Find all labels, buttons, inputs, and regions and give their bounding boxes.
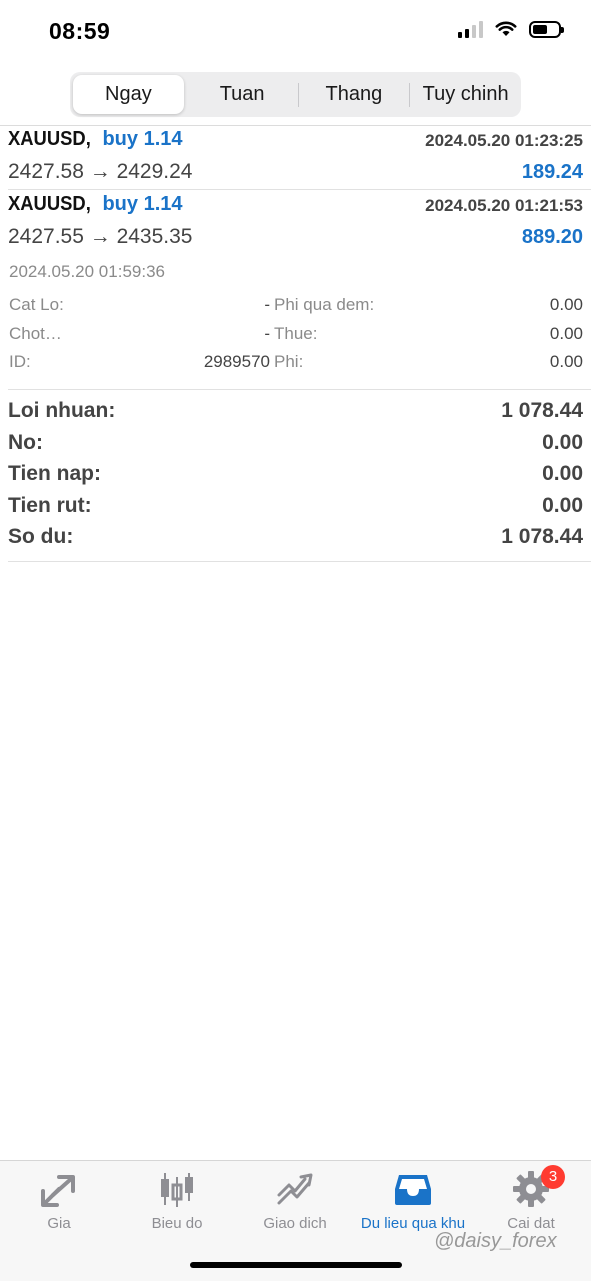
fee-value: 0.00	[549, 352, 583, 371]
tabbar-item-giao-dich[interactable]: Giao dich	[236, 1169, 354, 1232]
detail-row: ID: 2989570 Phi: 0.00	[9, 352, 583, 376]
period-segmented-control: Ngay Tuan Thang Tuy chinh	[70, 72, 521, 117]
summary-row-withdrawal: Tien rut: 0.00	[8, 494, 583, 524]
summary-row-balance: So du: 1 078.44	[8, 525, 583, 555]
tax-value: 0.00	[549, 324, 583, 343]
stop-loss-label: Cat Lo:	[9, 295, 64, 314]
summary-label: Tien rut:	[8, 494, 92, 517]
candlestick-icon	[161, 1173, 193, 1207]
divider	[8, 389, 591, 390]
tabbar-item-gia[interactable]: Gia	[0, 1169, 118, 1232]
trade-symbol: XAUUSD,	[8, 128, 91, 150]
wifi-icon	[495, 21, 517, 36]
summary-value: 1 078.44	[501, 525, 583, 548]
summary-row-deposit: Tien nap: 0.00	[8, 462, 583, 492]
summary-label: Loi nhuan:	[8, 399, 116, 422]
battery-icon	[529, 20, 564, 38]
id-value: 2989570	[203, 352, 270, 371]
summary-row-credit: No: 0.00	[8, 431, 583, 461]
trade-direction: buy 1.14	[102, 128, 183, 150]
price-arrows-icon	[41, 1175, 75, 1207]
trade-chart-icon	[277, 1173, 313, 1205]
tabbar-label: Bieu do	[151, 1215, 203, 1232]
trade-row[interactable]: XAUUSD, buy 1.14 2024.05.20 01:23:25 242…	[0, 128, 591, 188]
status-time: 08:59	[49, 18, 111, 44]
trade-date: 2024.05.20 01:21:53	[425, 196, 583, 215]
summary-value: 0.00	[542, 494, 583, 517]
swap-label: Phi qua dem:	[274, 295, 375, 314]
tabbar-item-cai-dat[interactable]: 3 Cai dat	[472, 1165, 590, 1232]
tax-label: Thue:	[274, 324, 318, 343]
take-profit-value: -	[264, 324, 270, 343]
history-tray-icon	[395, 1175, 431, 1205]
summary-label: Tien nap:	[8, 462, 101, 485]
stop-loss-value: -	[264, 295, 270, 314]
close-date: 2024.05.20 01:59:36	[9, 262, 165, 281]
tab-ngay[interactable]: Ngay	[73, 75, 184, 114]
notification-badge: 3	[541, 1165, 565, 1189]
trade-date: 2024.05.20 01:23:25	[425, 131, 583, 150]
tab-tuan[interactable]: Tuan	[187, 72, 298, 117]
swap-value: 0.00	[549, 295, 583, 314]
tab-thang[interactable]: Thang	[299, 72, 410, 117]
summary-value: 0.00	[542, 431, 583, 454]
tabbar-label: Gia	[47, 1215, 71, 1232]
watermark: @daisy_forex	[434, 1230, 557, 1252]
trade-symbol: XAUUSD,	[8, 193, 91, 215]
divider	[0, 125, 591, 126]
trade-row[interactable]: XAUUSD, buy 1.14 2024.05.20 01:21:53 242…	[0, 193, 591, 253]
home-indicator	[190, 1262, 402, 1268]
summary-value: 0.00	[542, 462, 583, 485]
cellular-signal-icon	[458, 20, 483, 38]
trade-direction: buy 1.14	[102, 193, 183, 215]
trade-header: XAUUSD, buy 1.14 2024.05.20 01:23:25	[8, 128, 583, 158]
trade-prices: 2427.55 → 2435.35	[8, 225, 193, 248]
trade-prices: 2427.58 → 2429.24	[8, 160, 193, 183]
tabbar-label: Giao dich	[263, 1215, 327, 1232]
detail-row: Cat Lo: - Phi qua dem: 0.00	[9, 295, 583, 319]
trade-profit: 889.20	[521, 226, 583, 248]
id-label: ID:	[9, 352, 31, 371]
divider	[8, 189, 591, 190]
status-icons	[458, 20, 564, 38]
summary-value: 1 078.44	[501, 399, 583, 422]
tab-tuy-chinh[interactable]: Tuy chinh	[410, 72, 521, 117]
fee-label: Phi:	[274, 352, 304, 371]
status-bar: 08:59	[0, 0, 591, 62]
detail-row: Chot… - Thue: 0.00	[9, 324, 583, 348]
divider	[8, 561, 591, 562]
take-profit-label: Chot…	[9, 324, 62, 343]
summary-label: So du:	[8, 525, 74, 548]
trade-header: XAUUSD, buy 1.14 2024.05.20 01:21:53	[8, 193, 583, 223]
summary-row-profit: Loi nhuan: 1 078.44	[8, 399, 583, 429]
trade-profit: 189.24	[521, 161, 583, 183]
summary-label: No:	[8, 431, 43, 454]
tabbar-item-du-lieu-qua-khu[interactable]: Du lieu qua khu	[354, 1169, 472, 1232]
tabbar-item-bieu-do[interactable]: Bieu do	[118, 1169, 236, 1232]
